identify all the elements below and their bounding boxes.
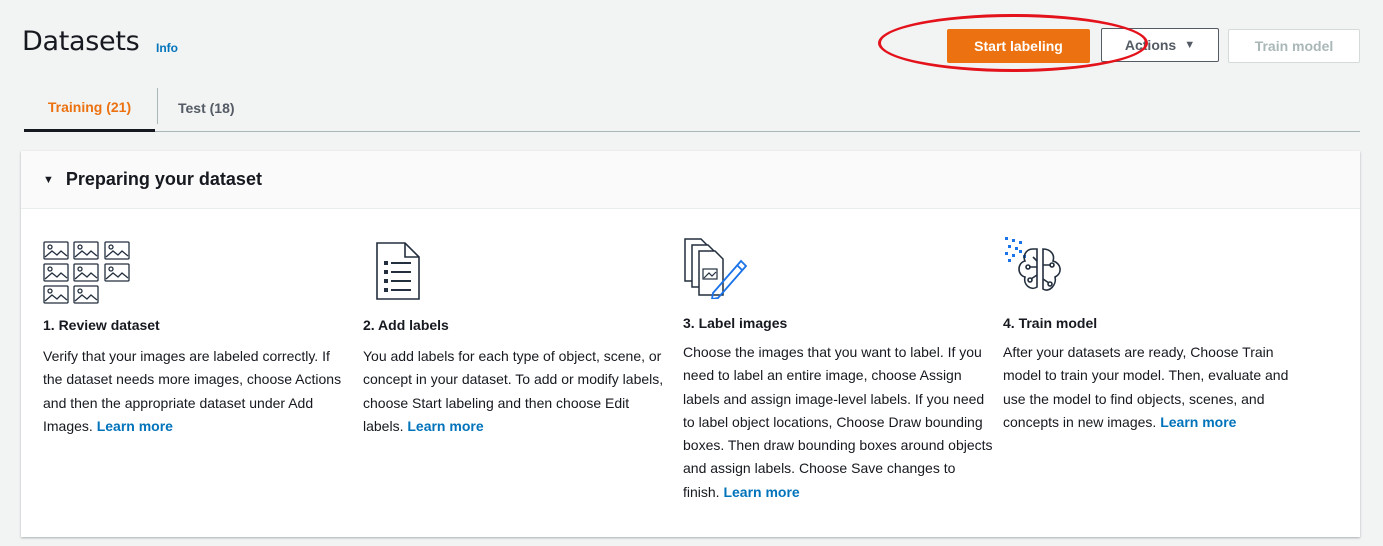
actions-label: Actions <box>1124 37 1177 53</box>
dataset-tabs: Training (21) Test (18) <box>24 84 1360 132</box>
step-text: Verify that your images are labeled corr… <box>43 348 342 434</box>
caret-down-icon: ▼ <box>1184 39 1196 51</box>
learn-more-link[interactable]: Learn more <box>97 418 173 434</box>
preparing-dataset-panel: ▼ Preparing your dataset 1. Review datas… <box>21 151 1360 537</box>
step-train-model: 4. Train model After your datasets are r… <box>1003 235 1313 535</box>
step-text: After your datasets are ready, Choose Tr… <box>1003 344 1289 430</box>
document-list-icon <box>376 242 420 300</box>
tab-test[interactable]: Test (18) <box>178 84 235 132</box>
learn-more-link[interactable]: Learn more <box>1160 414 1236 430</box>
step-description: Choose the images that you want to label… <box>683 341 993 504</box>
start-labeling-button[interactable]: Start labeling <box>947 29 1090 63</box>
step-review-dataset: 1. Review dataset Verify that your image… <box>43 241 353 531</box>
tab-training[interactable]: Training (21) <box>24 84 155 132</box>
train-model-button[interactable]: Train model <box>1228 29 1360 63</box>
image-grid-icon <box>43 241 130 304</box>
step-description: Verify that your images are labeled corr… <box>43 345 353 438</box>
step-description: You add labels for each type of object, … <box>363 345 673 438</box>
panel-header-toggle[interactable]: ▼ Preparing your dataset <box>21 151 1360 209</box>
brain-network-icon <box>1005 237 1061 291</box>
step-title: 2. Add labels <box>363 317 449 333</box>
step-title: 1. Review dataset <box>43 317 160 333</box>
step-description: After your datasets are ready, Choose Tr… <box>1003 341 1313 434</box>
step-text: Choose the images that you want to label… <box>683 344 993 500</box>
learn-more-link[interactable]: Learn more <box>723 484 799 500</box>
label-pencil-icon <box>684 238 748 299</box>
step-label-images: 3. Label images Choose the images that y… <box>683 237 993 537</box>
info-link[interactable]: Info <box>156 41 178 55</box>
step-add-labels: 2. Add labels You add labels for each ty… <box>363 241 673 531</box>
step-title: 3. Label images <box>683 315 788 331</box>
learn-more-link[interactable]: Learn more <box>407 418 483 434</box>
page-title: Datasets <box>22 26 140 57</box>
step-title: 4. Train model <box>1003 315 1098 331</box>
panel-title: Preparing your dataset <box>65 169 262 189</box>
caret-down-icon: ▼ <box>43 173 54 186</box>
actions-dropdown-button[interactable]: Actions ▼ <box>1101 28 1219 62</box>
tab-divider <box>157 88 158 124</box>
